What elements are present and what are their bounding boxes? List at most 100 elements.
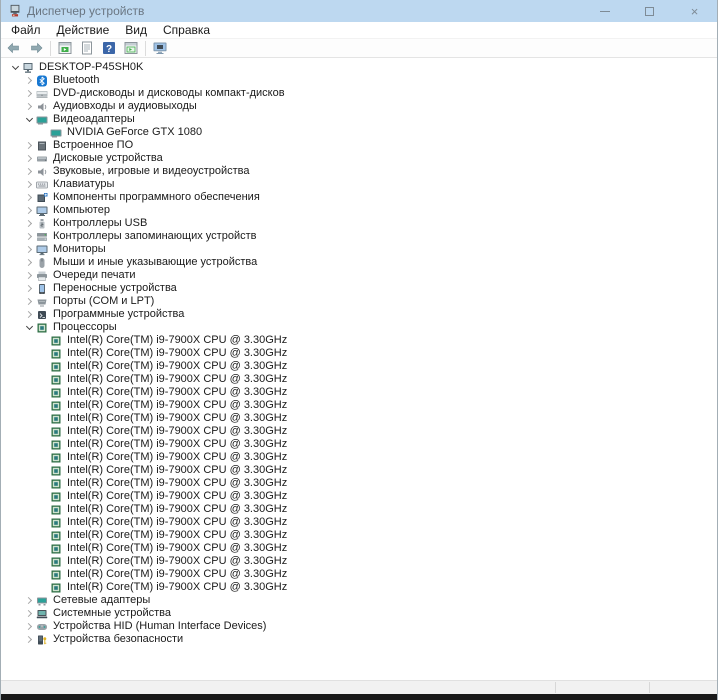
tree-item[interactable]: Intel(R) Core(TM) i9-7900X CPU @ 3.30GHz bbox=[1, 568, 717, 581]
tree-item[interactable]: Встроенное ПО bbox=[1, 139, 717, 152]
tree-item[interactable]: Intel(R) Core(TM) i9-7900X CPU @ 3.30GHz bbox=[1, 438, 717, 451]
action-pane-button[interactable] bbox=[121, 40, 141, 57]
svg-text:?: ? bbox=[106, 44, 112, 55]
chevron-right-icon[interactable] bbox=[23, 100, 36, 113]
chevron-right-icon[interactable] bbox=[23, 243, 36, 256]
cpu-icon bbox=[50, 348, 62, 360]
tree-item[interactable]: Intel(R) Core(TM) i9-7900X CPU @ 3.30GHz bbox=[1, 451, 717, 464]
tree-item[interactable]: Контроллеры запоминающих устройств bbox=[1, 230, 717, 243]
tree-item[interactable]: Intel(R) Core(TM) i9-7900X CPU @ 3.30GHz bbox=[1, 542, 717, 555]
chevron-down-icon[interactable] bbox=[23, 321, 36, 334]
scan-hardware-button[interactable] bbox=[150, 40, 170, 57]
close-button[interactable]: × bbox=[672, 0, 717, 22]
forward-button[interactable] bbox=[26, 40, 46, 57]
tree-item[interactable]: Устройства безопасности bbox=[1, 633, 717, 646]
tree-item[interactable]: Intel(R) Core(TM) i9-7900X CPU @ 3.30GHz bbox=[1, 360, 717, 373]
tree-item[interactable]: Intel(R) Core(TM) i9-7900X CPU @ 3.30GHz bbox=[1, 399, 717, 412]
chevron-right-icon[interactable] bbox=[23, 620, 36, 633]
tree-item[interactable]: Системные устройства bbox=[1, 607, 717, 620]
chevron-down-icon[interactable] bbox=[9, 61, 22, 74]
tree-item[interactable]: Intel(R) Core(TM) i9-7900X CPU @ 3.30GHz bbox=[1, 477, 717, 490]
tree-item[interactable]: Звуковые, игровые и видеоустройства bbox=[1, 165, 717, 178]
tree-item[interactable]: Intel(R) Core(TM) i9-7900X CPU @ 3.30GHz bbox=[1, 529, 717, 542]
properties-button[interactable] bbox=[77, 40, 97, 57]
chevron-right-icon[interactable] bbox=[23, 87, 36, 100]
maximize-icon bbox=[645, 6, 654, 16]
chevron-right-icon[interactable] bbox=[23, 230, 36, 243]
tree-item[interactable]: Bluetooth bbox=[1, 74, 717, 87]
cpu-icon bbox=[50, 530, 62, 542]
chevron-right-icon[interactable] bbox=[23, 269, 36, 282]
menu-item-view[interactable]: Вид bbox=[117, 22, 155, 38]
tree-item[interactable]: Компьютер bbox=[1, 204, 717, 217]
chevron-right-icon[interactable] bbox=[23, 282, 36, 295]
chevron-right-icon[interactable] bbox=[23, 204, 36, 217]
tree-item[interactable]: Контроллеры USB bbox=[1, 217, 717, 230]
cpu-icon bbox=[50, 387, 62, 399]
tree-item-label: Сетевые адаптеры bbox=[53, 594, 151, 606]
tree-item-label: Программные устройства bbox=[53, 308, 185, 320]
chevron-right-icon[interactable] bbox=[23, 295, 36, 308]
tree-item[interactable]: Видеоадаптеры bbox=[1, 113, 717, 126]
tree-item[interactable]: Intel(R) Core(TM) i9-7900X CPU @ 3.30GHz bbox=[1, 490, 717, 503]
maximize-button[interactable] bbox=[627, 0, 672, 22]
chevron-right-icon[interactable] bbox=[23, 152, 36, 165]
tree-item-label: Intel(R) Core(TM) i9-7900X CPU @ 3.30GHz bbox=[67, 373, 288, 385]
tree-item[interactable]: Intel(R) Core(TM) i9-7900X CPU @ 3.30GHz bbox=[1, 347, 717, 360]
tree-item[interactable]: Аудиовходы и аудиовыходы bbox=[1, 100, 717, 113]
chevron-down-icon[interactable] bbox=[23, 113, 36, 126]
menu-item-file[interactable]: Файл bbox=[3, 22, 49, 38]
tree-item[interactable]: Переносные устройства bbox=[1, 282, 717, 295]
chevron-right-icon[interactable] bbox=[23, 178, 36, 191]
chevron-right-icon[interactable] bbox=[23, 607, 36, 620]
chevron-right-icon[interactable] bbox=[23, 308, 36, 321]
chevron-right-icon[interactable] bbox=[23, 74, 36, 87]
chevron-right-icon[interactable] bbox=[23, 191, 36, 204]
tree-item[interactable]: Дисковые устройства bbox=[1, 152, 717, 165]
tree-item[interactable]: DESKTOP-P45SH0K bbox=[1, 61, 717, 74]
tree-item[interactable]: Intel(R) Core(TM) i9-7900X CPU @ 3.30GHz bbox=[1, 503, 717, 516]
tree-item[interactable]: Intel(R) Core(TM) i9-7900X CPU @ 3.30GHz bbox=[1, 555, 717, 568]
back-button[interactable] bbox=[4, 40, 24, 57]
console-tree-button[interactable] bbox=[55, 40, 75, 57]
tree-item[interactable]: Мыши и иные указывающие устройства bbox=[1, 256, 717, 269]
menu-item-action[interactable]: Действие bbox=[49, 22, 118, 38]
chevron-right-icon[interactable] bbox=[23, 139, 36, 152]
tree-item[interactable]: Intel(R) Core(TM) i9-7900X CPU @ 3.30GHz bbox=[1, 334, 717, 347]
computer-icon bbox=[22, 62, 34, 74]
chevron-right-icon[interactable] bbox=[23, 594, 36, 607]
tree-item[interactable]: Intel(R) Core(TM) i9-7900X CPU @ 3.30GHz bbox=[1, 516, 717, 529]
minimize-button[interactable] bbox=[582, 0, 627, 22]
tree-item[interactable]: Intel(R) Core(TM) i9-7900X CPU @ 3.30GHz bbox=[1, 386, 717, 399]
window-controls: × bbox=[582, 0, 717, 22]
tree-item[interactable]: Устройства HID (Human Interface Devices) bbox=[1, 620, 717, 633]
chevron-right-icon[interactable] bbox=[23, 217, 36, 230]
cpu-icon bbox=[50, 504, 62, 516]
tree-item[interactable]: Intel(R) Core(TM) i9-7900X CPU @ 3.30GHz bbox=[1, 425, 717, 438]
tree-item[interactable]: Очереди печати bbox=[1, 269, 717, 282]
help-button[interactable]: ? bbox=[99, 40, 119, 57]
tree-item[interactable]: Мониторы bbox=[1, 243, 717, 256]
status-separator bbox=[649, 682, 650, 693]
audio-icon bbox=[36, 101, 48, 113]
tree-item[interactable]: Порты (COM и LPT) bbox=[1, 295, 717, 308]
tree-item[interactable]: Клавиатуры bbox=[1, 178, 717, 191]
status-bar bbox=[1, 680, 717, 694]
tree-item[interactable]: Intel(R) Core(TM) i9-7900X CPU @ 3.30GHz bbox=[1, 581, 717, 594]
chevron-right-icon[interactable] bbox=[23, 633, 36, 646]
tree-item[interactable]: Intel(R) Core(TM) i9-7900X CPU @ 3.30GHz bbox=[1, 412, 717, 425]
tree-item[interactable]: Intel(R) Core(TM) i9-7900X CPU @ 3.30GHz bbox=[1, 464, 717, 477]
tree-item[interactable]: Сетевые адаптеры bbox=[1, 594, 717, 607]
tree-item[interactable]: Процессоры bbox=[1, 321, 717, 334]
chevron-right-icon[interactable] bbox=[23, 256, 36, 269]
tree-item[interactable]: NVIDIA GeForce GTX 1080 bbox=[1, 126, 717, 139]
tree-item[interactable]: Программные устройства bbox=[1, 308, 717, 321]
tree-item[interactable]: Компоненты программного обеспечения bbox=[1, 191, 717, 204]
tree-item[interactable]: Intel(R) Core(TM) i9-7900X CPU @ 3.30GHz bbox=[1, 373, 717, 386]
tree-item[interactable]: DVD-дисководы и дисководы компакт-дисков bbox=[1, 87, 717, 100]
chevron-right-icon[interactable] bbox=[23, 165, 36, 178]
menu-item-help[interactable]: Справка bbox=[155, 22, 218, 38]
